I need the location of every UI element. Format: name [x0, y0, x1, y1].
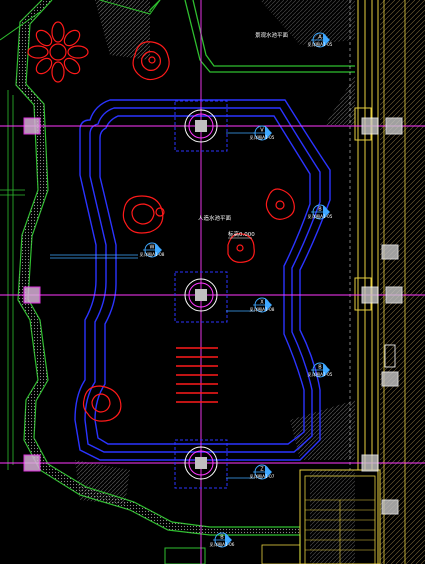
rock-plant-icon [265, 188, 295, 220]
callout-number: B [318, 207, 322, 213]
callout-leaders [50, 132, 255, 479]
callout-reference: 见详图A1-05 [308, 371, 333, 378]
detail-callout: B见详图A1-05 [308, 204, 333, 220]
callout-number: W [150, 245, 155, 251]
pond-outline [74, 99, 331, 461]
callout-reference: 见详图A1-05 [308, 213, 333, 220]
callout-number: A [318, 35, 322, 41]
detail-callout: V见详图A1-05 [250, 125, 275, 141]
callout-number: X [260, 300, 264, 306]
building-wall-right [349, 0, 425, 564]
red-steps [176, 347, 218, 403]
rock-plant-icon [132, 41, 170, 81]
detail-callout: X见详图A1-08 [250, 297, 275, 313]
callout-reference: 见详图A1-06 [210, 541, 235, 548]
callout-number: Z [260, 467, 264, 473]
area-label-top: 景观水池平面 [255, 31, 289, 39]
callout-number: B [220, 535, 224, 541]
detail-callout: W见详图A1-08 [140, 242, 165, 258]
planting-zones [75, 0, 355, 564]
rock-plant-icon [82, 385, 122, 422]
callout-number: V [260, 128, 264, 134]
callout-reference: 见详图A1-08 [140, 251, 165, 258]
callout-reference: 见详图A1-05 [250, 134, 275, 141]
callout-reference: 见详图A1-07 [250, 473, 275, 480]
callout-number: B [318, 365, 322, 371]
elevation-label: 标高0.000 [228, 230, 255, 238]
rock-plant-icon [122, 195, 165, 234]
detail-callouts: A见详图A1-05V见详图A1-05B见详图A1-05W见详图A1-08X见详图… [140, 32, 333, 548]
callout-reference: 见详图A1-05 [308, 41, 333, 48]
cad-plan-drawing: 景观水池平面 人造水池平面 标高0.000 A见详图A1-05V见详图A1-05… [0, 0, 425, 564]
detail-callout: B见详图A1-05 [308, 362, 333, 378]
callout-reference: 见详图A1-08 [250, 306, 275, 313]
red-plants [27, 21, 295, 422]
flower-plant-icon [27, 21, 89, 83]
detail-callout: Z见详图A1-07 [250, 464, 275, 480]
area-label-center: 人造水池平面 [198, 214, 232, 222]
